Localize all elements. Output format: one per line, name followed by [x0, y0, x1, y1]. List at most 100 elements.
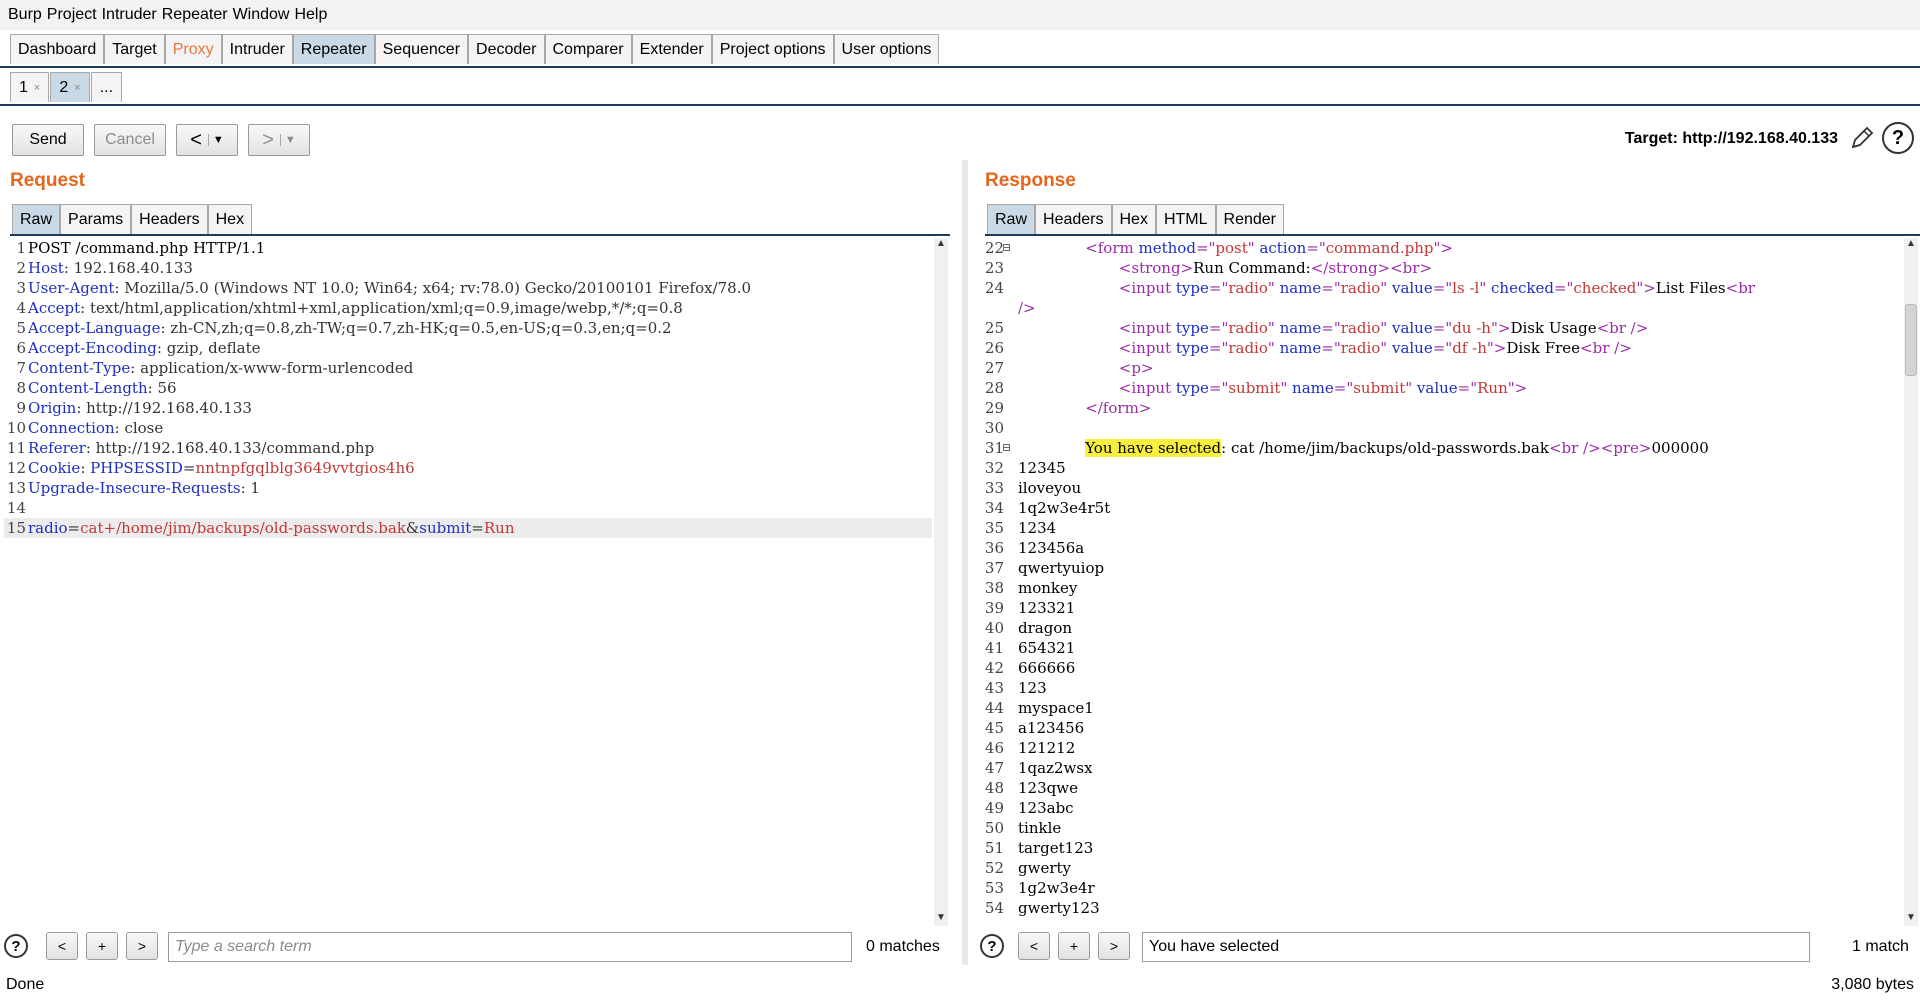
request-search-input[interactable]: Type a search term — [168, 932, 852, 962]
send-button[interactable]: Send — [12, 124, 84, 156]
code-line: 39 123321 — [982, 598, 1904, 618]
line-code: 654321 — [1018, 638, 1075, 658]
response-tab-html[interactable]: HTML — [1155, 204, 1216, 234]
help-icon[interactable]: ? — [1882, 122, 1914, 154]
line-code: target123 — [1018, 838, 1093, 858]
response-editor[interactable]: 22 ⊟ <form method="post" action="command.p… — [982, 238, 1904, 926]
token-tag: " — [1267, 279, 1280, 297]
token-tag: <form — [1085, 239, 1139, 257]
token-tag: =" — [1208, 279, 1229, 297]
scroll-up-icon[interactable]: ▲ — [1904, 238, 1918, 252]
token-tag: =" — [1321, 339, 1341, 357]
fold-icon[interactable]: ⊟ — [1002, 438, 1011, 458]
token-plain: tinkle — [1018, 819, 1062, 837]
tab-repeater[interactable]: Repeater — [292, 34, 375, 64]
menu-repeater[interactable]: Repeater — [162, 6, 228, 24]
close-icon[interactable]: × — [74, 82, 80, 94]
scroll-down-icon[interactable]: ▼ — [1904, 912, 1918, 926]
tab-project-options[interactable]: Project options — [711, 34, 834, 64]
token-param: PHPSESSID — [90, 459, 183, 477]
tab-proxy[interactable]: Proxy — [164, 34, 222, 64]
token-attr: value — [1416, 379, 1458, 397]
menu-help[interactable]: Help — [294, 6, 327, 24]
pane-splitter[interactable] — [962, 160, 968, 965]
tab-user-options[interactable]: User options — [833, 34, 940, 64]
menu-burp[interactable]: Burp — [8, 6, 42, 24]
scroll-up-icon[interactable]: ▲ — [934, 238, 948, 252]
line-number: 27 — [984, 359, 1004, 377]
request-match-count: 0 matches — [866, 938, 940, 955]
token-plain: : cat /home/jim/backups/old-passwords.ba… — [1221, 439, 1549, 457]
search-help-icon[interactable]: ? — [4, 934, 28, 958]
tab-dashboard[interactable]: Dashboard — [10, 34, 105, 64]
repeater-tab-label: 1 — [19, 78, 28, 96]
line-code: Accept-Language: zh-CN,zh;q=0.8,zh-TW;q=… — [28, 318, 672, 338]
menu-window[interactable]: Window — [233, 6, 290, 24]
token-plain: Disk Usage — [1510, 319, 1597, 337]
pencil-icon[interactable] — [1848, 124, 1876, 152]
response-scrollbar[interactable]: ▲ ▼ — [1904, 238, 1918, 926]
search-prev-button[interactable]: < — [46, 932, 78, 960]
token-attr: name — [1279, 319, 1322, 337]
close-icon[interactable]: × — [34, 82, 40, 94]
token-hdr: Accept-Language — [28, 319, 161, 337]
tab-extender[interactable]: Extender — [631, 34, 712, 64]
request-tab-raw[interactable]: Raw — [12, 204, 61, 234]
tab-target[interactable]: Target — [104, 34, 165, 64]
code-line: 10 Connection: close — [4, 418, 932, 438]
token-plain: 1qaz2wsx — [1018, 759, 1093, 777]
response-view-tabs: Raw Headers Hex HTML Render — [985, 202, 1920, 236]
menu-project[interactable]: Project — [47, 6, 97, 24]
token-tag: =" — [1321, 319, 1341, 337]
response-tab-hex[interactable]: Hex — [1111, 204, 1156, 234]
back-dropdown-icon[interactable]: ▼ — [207, 134, 224, 146]
response-search-input[interactable]: You have selected — [1142, 932, 1810, 962]
forward-history-button[interactable]: > ▼ — [248, 124, 310, 156]
request-tab-hex[interactable]: Hex — [207, 204, 253, 234]
back-history-button[interactable]: < ▼ — [176, 124, 238, 156]
search-add-button[interactable]: + — [86, 932, 118, 960]
tab-intruder[interactable]: Intruder — [221, 34, 293, 64]
search-next-button[interactable]: > — [126, 932, 158, 960]
response-tab-raw[interactable]: Raw — [987, 204, 1036, 234]
token-plain: myspace1 — [1018, 699, 1094, 717]
tab-comparer[interactable]: Comparer — [544, 34, 632, 64]
request-tab-params[interactable]: Params — [60, 204, 132, 234]
response-tab-render[interactable]: Render — [1215, 204, 1284, 234]
code-line: 31 ⊟ You have selected: cat /home/jim/back… — [982, 438, 1904, 458]
token-tag: =" — [1208, 339, 1229, 357]
token-tag: " — [1380, 319, 1392, 337]
search-prev-button[interactable]: < — [1018, 932, 1050, 960]
repeater-tab-more[interactable]: ... — [90, 72, 123, 102]
line-number: 42 — [984, 659, 1004, 677]
token-tag: "> — [1486, 339, 1507, 357]
token-hdr: Content-Length — [28, 379, 148, 397]
repeater-tab-1[interactable]: 1 × — [10, 72, 50, 102]
request-editor[interactable]: 1 POST /command.php HTTP/1.1 2 Host: 192.16… — [4, 238, 932, 926]
token-tag: =" — [1457, 379, 1478, 397]
line-code: a123456 — [1018, 718, 1084, 738]
menu-intruder[interactable]: Intruder — [102, 6, 157, 24]
forward-dropdown-icon[interactable]: ▼ — [279, 134, 296, 146]
code-line: 40 dragon — [982, 618, 1904, 638]
search-add-button[interactable]: + — [1058, 932, 1090, 960]
search-help-icon[interactable]: ? — [980, 934, 1004, 958]
request-scrollbar[interactable]: ▲ ▼ — [934, 238, 948, 926]
scroll-thumb[interactable] — [1905, 304, 1917, 376]
search-next-button[interactable]: > — [1098, 932, 1130, 960]
fold-icon[interactable]: ⊟ — [1002, 238, 1011, 258]
code-line: 51 target123 — [982, 838, 1904, 858]
token-tag: " — [1479, 279, 1492, 297]
cancel-button[interactable]: Cancel — [94, 124, 166, 156]
tab-decoder[interactable]: Decoder — [468, 34, 545, 64]
code-line: 45 a123456 — [982, 718, 1904, 738]
line-code: 121212 — [1018, 738, 1075, 758]
scroll-down-icon[interactable]: ▼ — [934, 912, 948, 926]
response-tab-headers[interactable]: Headers — [1035, 204, 1112, 234]
token-str: radio — [1340, 339, 1381, 357]
repeater-tab-2[interactable]: 2 × — [50, 72, 90, 102]
tab-sequencer[interactable]: Sequencer — [374, 34, 469, 64]
request-tab-headers[interactable]: Headers — [131, 204, 208, 234]
token-attr: value — [1391, 279, 1433, 297]
line-number: 11 — [6, 439, 26, 457]
